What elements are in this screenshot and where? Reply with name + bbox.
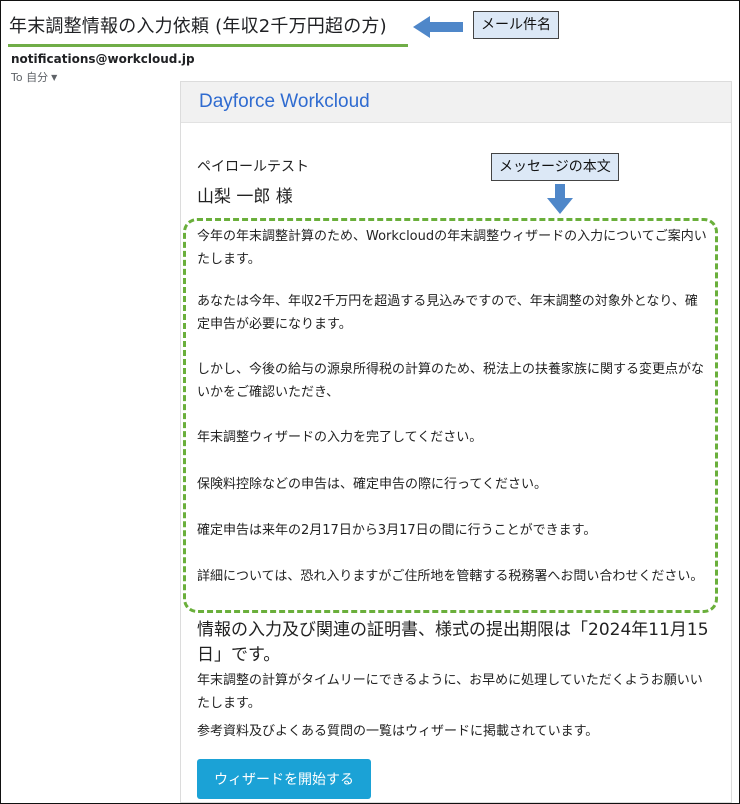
reference-paragraph: 参考資料及びよくある質問の一覧はウィザードに掲載されています。 — [197, 724, 599, 739]
body-paragraph: 年末調整ウィザードの入力を完了してください。 — [197, 430, 483, 445]
message-header: Dayforce Workcloud — [181, 82, 731, 123]
body-paragraph: しかし、今後の給与の源泉所得税の計算のため、税法上の扶養家族に関する変更点がない… — [197, 362, 705, 400]
body-paragraph: 確定申告は来年の2月17日から3月17日の間に行うことができます。 — [197, 523, 597, 538]
body-callout: メッセージの本文 — [491, 153, 619, 181]
recipient-name: 山梨 一郎 様 — [197, 187, 293, 207]
body-paragraph: 詳細については、恐れ入りますがご住所地を管轄する税務署へお問い合わせください。 — [197, 569, 704, 584]
recipient-dropdown[interactable]: To 自分 ▼ — [11, 69, 57, 85]
arrow-left-icon — [413, 16, 463, 38]
arrow-down-icon — [547, 184, 573, 214]
brand-logo-text: Dayforce Workcloud — [199, 91, 370, 112]
recipient-label: To 自分 — [11, 71, 49, 84]
email-subject: 年末調整情報の入力依頼 (年収2千万円超の方) — [9, 16, 387, 37]
request-paragraph: 年末調整の計算がタイムリーにできるように、お早めに処理していただくようお願いいた… — [197, 673, 703, 711]
subject-highlight-underline — [8, 44, 408, 47]
body-paragraph: 今年の年末調整計算のため、Workcloudの年末調整ウィザードの入力についてご… — [197, 229, 707, 267]
subject-callout: メール件名 — [473, 11, 559, 39]
start-wizard-button[interactable]: ウィザードを開始する — [197, 759, 371, 799]
company-name: ペイロールテスト — [197, 159, 309, 175]
body-paragraph: あなたは今年、年収2千万円を超過する見込みですので、年末調整の対象外となり、確定… — [197, 294, 698, 332]
chevron-down-icon: ▼ — [51, 73, 58, 82]
deadline-notice: 情報の入力及び関連の証明書、様式の提出期限は「2024年11月15日」です。 — [197, 620, 709, 665]
body-paragraph: 保険料控除などの申告は、確定申告の際に行ってください。 — [197, 477, 547, 492]
sender-address: notifications@workcloud.jp — [11, 52, 195, 66]
